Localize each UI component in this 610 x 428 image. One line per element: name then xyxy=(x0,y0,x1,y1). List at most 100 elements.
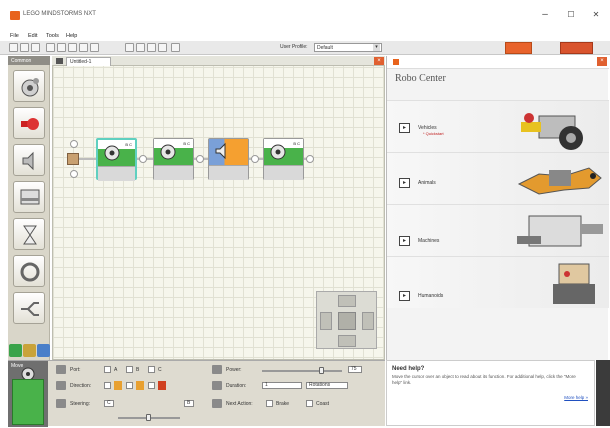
direction-forward-radio[interactable] xyxy=(104,382,111,389)
duration-unit-select[interactable]: Rotations xyxy=(306,382,348,389)
robo-item-humanoids[interactable]: ▸ Humanoids xyxy=(387,256,609,308)
more-help-link[interactable]: More help » xyxy=(564,395,588,400)
open-file-icon[interactable] xyxy=(20,43,29,52)
menu-help[interactable]: Help xyxy=(66,33,77,39)
menu-tools[interactable]: Tools xyxy=(46,33,59,39)
sequence-port[interactable] xyxy=(196,155,204,163)
pan-up-button[interactable] xyxy=(338,295,356,307)
program-block[interactable]: B C xyxy=(153,138,194,180)
speaker-icon xyxy=(22,151,34,171)
record-play-palette-button[interactable] xyxy=(13,107,45,139)
sequence-port[interactable] xyxy=(306,155,314,163)
program-block[interactable]: B C xyxy=(96,138,137,181)
menu-edit[interactable]: Edit xyxy=(28,33,37,39)
duration-value-input[interactable]: 1 xyxy=(262,382,302,389)
port-icon xyxy=(56,365,66,374)
sound-palette-button[interactable] xyxy=(13,144,45,176)
direction-backward-radio[interactable] xyxy=(126,382,133,389)
maximize-button[interactable]: ☐ xyxy=(563,8,579,22)
sequence-port[interactable] xyxy=(139,155,147,163)
port-b-checkbox[interactable] xyxy=(126,366,133,373)
robo-center-panel: × Robo Center ▸ Vehicles * Quickstart ▸ … xyxy=(386,56,609,360)
brake-radio[interactable] xyxy=(266,400,273,407)
program-block[interactable]: B C xyxy=(263,138,304,180)
pan-tool-icon[interactable] xyxy=(136,43,145,52)
block-configuration-panel: Move Port: A B C Direction: Steering: C … xyxy=(8,360,385,427)
pan-down-button[interactable] xyxy=(338,335,356,347)
expand-button[interactable]: ▸ xyxy=(399,291,410,301)
help-title: Need help? xyxy=(392,366,425,372)
robo-item-label[interactable]: Humanoids xyxy=(418,293,443,299)
quickstart-label[interactable]: * Quickstart xyxy=(423,131,444,136)
power-slider-track[interactable] xyxy=(262,370,342,372)
robo-item-label[interactable]: Machines xyxy=(418,238,439,244)
expand-button[interactable]: ▸ xyxy=(399,236,410,246)
pointer-tool-icon[interactable] xyxy=(125,43,134,52)
robo-center-button[interactable] xyxy=(505,42,532,54)
block-data-hub[interactable] xyxy=(264,165,303,180)
close-button[interactable]: ✕ xyxy=(588,8,604,22)
undo-icon[interactable] xyxy=(79,43,88,52)
robo-center-title: Robo Center xyxy=(395,73,446,84)
port-a-checkbox[interactable] xyxy=(104,366,111,373)
comment-tool-icon[interactable] xyxy=(147,43,156,52)
start-point[interactable] xyxy=(67,153,79,165)
move-block-palette-button[interactable] xyxy=(13,70,45,102)
power-slider-knob[interactable] xyxy=(319,367,324,374)
redo-icon[interactable] xyxy=(90,43,99,52)
program-block[interactable] xyxy=(208,138,249,180)
common-palette-tab[interactable] xyxy=(9,344,22,357)
expand-button[interactable]: ▸ xyxy=(399,178,410,188)
pan-right-button[interactable] xyxy=(362,312,374,330)
switch-icon xyxy=(21,302,39,316)
display-palette-button[interactable] xyxy=(13,181,45,213)
new-file-icon[interactable] xyxy=(9,43,18,52)
steering-slider-knob[interactable] xyxy=(146,414,151,421)
minimize-button[interactable]: – xyxy=(537,8,553,22)
user-profile-label: User Profile: xyxy=(280,44,308,50)
window-title: LEGO MINDSTORMS NXT xyxy=(23,11,96,17)
my-portal-button[interactable] xyxy=(560,42,593,54)
nxt-controller-panel[interactable] xyxy=(596,360,610,426)
robo-item-animals[interactable]: ▸ Animals xyxy=(387,152,609,204)
block-data-hub[interactable] xyxy=(154,165,193,180)
save-icon[interactable] xyxy=(31,43,40,52)
navigation-pad[interactable] xyxy=(316,291,377,349)
custom-palette-icon[interactable] xyxy=(158,43,167,52)
cut-icon[interactable] xyxy=(46,43,55,52)
direction-stop-radio[interactable] xyxy=(148,382,155,389)
toolbar: User Profile: Default ▾ xyxy=(0,41,610,55)
motor-icon xyxy=(270,144,286,160)
robo-item-vehicles[interactable]: ▸ Vehicles * Quickstart xyxy=(387,100,609,152)
pan-left-button[interactable] xyxy=(320,312,332,330)
user-profile-select[interactable]: Default ▾ xyxy=(314,43,382,52)
port-b-label: B xyxy=(136,367,140,373)
loop-palette-button[interactable] xyxy=(13,255,45,287)
sequence-port[interactable] xyxy=(251,155,259,163)
robo-item-machines[interactable]: ▸ Machines xyxy=(387,204,609,256)
pan-center-button[interactable] xyxy=(338,312,356,330)
block-data-hub[interactable] xyxy=(209,165,248,180)
beam-port[interactable] xyxy=(70,140,78,148)
power-value-input[interactable]: 75 xyxy=(348,366,362,373)
steering-icon xyxy=(56,399,66,408)
paste-icon[interactable] xyxy=(68,43,77,52)
copy-icon[interactable] xyxy=(57,43,66,52)
coast-radio[interactable] xyxy=(306,400,313,407)
create-myblock-icon[interactable] xyxy=(171,43,180,52)
expand-button[interactable]: ▸ xyxy=(399,123,410,133)
beam-port[interactable] xyxy=(70,170,78,178)
complete-palette-tab[interactable] xyxy=(23,344,36,357)
config-block-body xyxy=(12,379,44,425)
switch-palette-button[interactable] xyxy=(13,292,45,324)
robo-item-label[interactable]: Animals xyxy=(418,180,436,186)
program-tab[interactable]: Untitled-1 xyxy=(66,57,111,66)
close-program-button[interactable]: × xyxy=(374,57,384,65)
block-data-hub[interactable] xyxy=(98,166,135,181)
port-c-checkbox[interactable] xyxy=(148,366,155,373)
wait-palette-button[interactable] xyxy=(13,218,45,250)
close-robo-center-button[interactable]: × xyxy=(597,57,607,66)
block-port-label: B C xyxy=(125,142,132,147)
custom-palette-tab[interactable] xyxy=(37,344,50,357)
menu-file[interactable]: File xyxy=(10,33,19,39)
